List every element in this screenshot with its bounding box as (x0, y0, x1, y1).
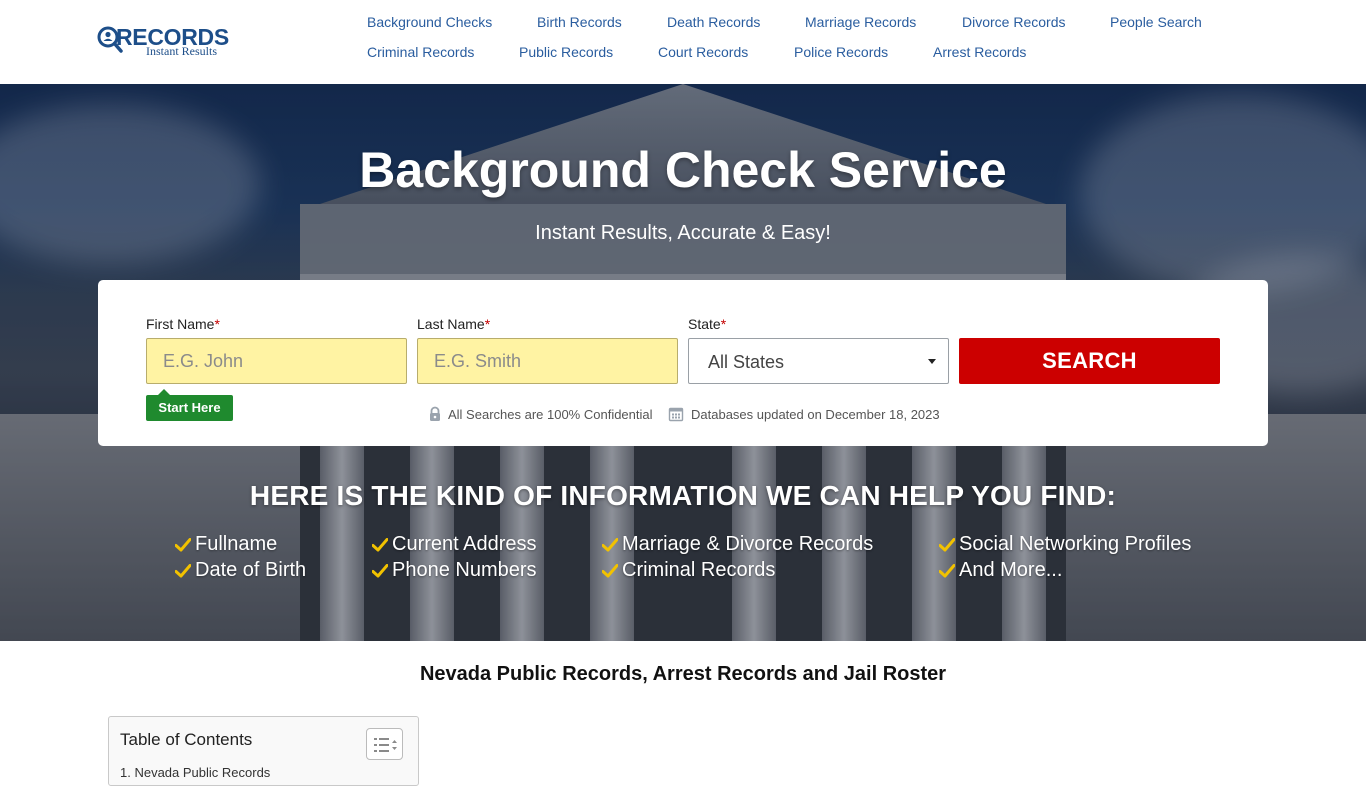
nav-public-records[interactable]: Public Records (519, 44, 613, 60)
nav-criminal-records[interactable]: Criminal Records (367, 44, 474, 60)
last-name-label-text: Last Name (417, 316, 485, 332)
state-select[interactable]: All States (688, 338, 949, 384)
nav-marriage-records[interactable]: Marriage Records (805, 14, 916, 30)
confidential-note: All Searches are 100% Confidential (448, 407, 653, 422)
caret-down-icon (928, 359, 936, 364)
required-mark: * (720, 316, 727, 332)
info-item-social-profiles: Social Networking Profiles (959, 533, 1192, 555)
state-label: State* (688, 316, 726, 332)
nav-police-records[interactable]: Police Records (794, 44, 888, 60)
toc-item[interactable]: 1. Nevada Public Records (120, 765, 270, 780)
calendar-icon (668, 407, 684, 422)
first-name-input[interactable] (146, 338, 407, 384)
toc-toggle-button[interactable] (366, 728, 403, 760)
hero-section: Background Check Service Instant Results… (0, 84, 1366, 641)
last-name-input[interactable] (417, 338, 678, 384)
info-item-criminal-records: Criminal Records (622, 559, 776, 581)
search-button[interactable]: SEARCH (959, 338, 1220, 384)
toc-title: Table of Contents (120, 730, 253, 749)
nav-death-records[interactable]: Death Records (667, 14, 760, 30)
info-item-and-more: And More... (959, 559, 1063, 581)
check-icon (939, 538, 955, 552)
search-form: First Name* Last Name* State* All States… (98, 280, 1268, 446)
info-item-date-of-birth: Date of Birth (195, 559, 307, 581)
first-name-label: First Name* (146, 316, 220, 332)
check-icon (939, 564, 955, 578)
required-mark: * (484, 316, 491, 332)
main-nav: Background Checks Birth Records Death Re… (0, 0, 1366, 84)
hero-subtitle: Instant Results, Accurate & Easy! (535, 222, 831, 244)
state-select-value: All States (708, 352, 785, 372)
required-mark: * (214, 316, 220, 332)
check-icon (602, 538, 618, 552)
info-item-phone-numbers: Phone Numbers (392, 559, 537, 581)
lock-icon (430, 406, 440, 421)
nav-background-checks[interactable]: Background Checks (367, 14, 492, 30)
info-heading: HERE IS THE KIND OF INFORMATION WE CAN H… (249, 480, 1117, 511)
page-title: Nevada Public Records, Arrest Records an… (419, 663, 947, 685)
info-item-fullname: Fullname (195, 533, 278, 555)
check-icon (175, 564, 191, 578)
info-item-marriage-divorce: Marriage & Divorce Records (622, 533, 874, 555)
list-toggle-icon (374, 738, 397, 752)
state-label-text: State (688, 316, 721, 332)
site-header: RECORDS Instant Results Background Check… (0, 0, 1366, 84)
nav-court-records[interactable]: Court Records (658, 44, 748, 60)
last-name-label: Last Name* (417, 316, 490, 332)
first-name-label-text: First Name (146, 316, 215, 332)
check-icon (372, 564, 388, 578)
start-here-badge: Start Here (146, 389, 233, 421)
database-updated-note: Databases updated on December 18, 2023 (691, 407, 940, 422)
nav-people-search[interactable]: People Search (1110, 14, 1202, 30)
check-icon (372, 538, 388, 552)
nav-birth-records[interactable]: Birth Records (537, 14, 622, 30)
hero-title: Background Check Service (359, 142, 1007, 198)
nav-divorce-records[interactable]: Divorce Records (962, 14, 1065, 30)
table-of-contents: Table of Contents 1. Nevada Public Recor… (108, 716, 419, 786)
check-icon (175, 538, 191, 552)
nav-arrest-records[interactable]: Arrest Records (933, 44, 1026, 60)
info-item-current-address: Current Address (392, 533, 537, 555)
check-icon (602, 564, 618, 578)
